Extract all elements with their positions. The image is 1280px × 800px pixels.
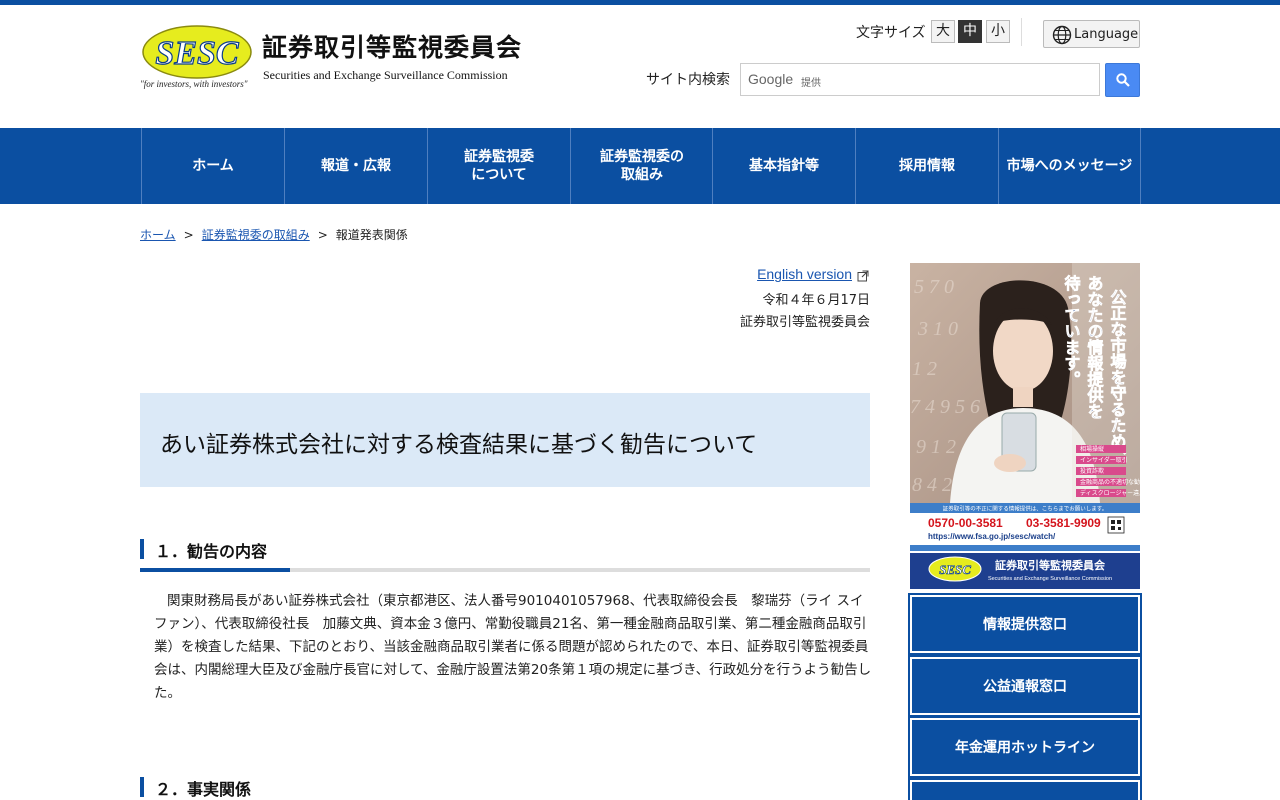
svg-text:公正な市場を守るため、: 公正な市場を守るため、 [1108, 289, 1127, 465]
pension-hotline-button[interactable]: 年金運用ホットライン [908, 716, 1142, 778]
banner-phone: 03-3581-9909 [1026, 516, 1101, 530]
banner-tag: 投資詐欺 [1080, 467, 1104, 475]
search-icon [1116, 73, 1130, 87]
section-heading-1: １．勧告の内容 [140, 538, 870, 572]
banner-tag: ディスクロージャー違反 [1080, 489, 1140, 497]
nav-item-activities[interactable]: 証券監視委の 取組み [570, 128, 713, 204]
header-divider [1021, 18, 1022, 46]
breadcrumb: ホーム > 証券監視委の取組み > 報道発表関係 [140, 226, 408, 243]
banner-phone-free: 0570-00-3581 [928, 516, 1003, 530]
sidebar-button-4[interactable] [908, 778, 1142, 800]
site-search-label: サイト内検索 [646, 72, 730, 88]
banner-tag: 相場操縦 [1080, 445, 1104, 453]
svg-text:9 1 2: 9 1 2 [916, 436, 956, 458]
google-label: Google [748, 71, 794, 87]
breadcrumb-separator: > [183, 228, 194, 242]
svg-text:7 4 9 5 6: 7 4 9 5 6 [910, 396, 980, 418]
site-logo[interactable]: SESC "for investors, with investors" 証券取… [140, 24, 540, 94]
banner-url: https://www.fsa.go.jp/sesc/watch/ [928, 532, 1056, 541]
section-marker [140, 777, 144, 797]
section-underline-accent [140, 568, 290, 572]
site-title-jp: 証券取引等監視委員会 [262, 33, 523, 62]
svg-text:待っています。: 待っています。 [1062, 274, 1081, 387]
logo-tagline: "for investors, with investors" [140, 79, 248, 89]
whistleblowing-button[interactable]: 公益通報窓口 [908, 655, 1142, 717]
svg-text:あなたの情報提供を: あなたの情報提供を [1085, 275, 1105, 419]
banner-notice: 証券取引等の不正に関する情報提供は、こちらまでお願いします。 [943, 505, 1107, 513]
english-version-link[interactable]: English version [757, 266, 852, 282]
breadcrumb-activities-link[interactable]: 証券監視委の取組み [202, 228, 310, 242]
font-size-small-button[interactable]: 小 [986, 20, 1010, 43]
nav-item-press[interactable]: 報道・広報 [284, 128, 427, 204]
section-marker [140, 539, 144, 559]
svg-text:5 7 0: 5 7 0 [914, 276, 954, 298]
sesc-logo-mark: SESC [142, 25, 252, 79]
banner-footer-logo: SESC [939, 562, 971, 577]
publish-date: 令和４年６月17日 [762, 293, 870, 308]
site-title-en: Securities and Exchange Surveillance Com… [263, 68, 508, 82]
banner-graphic: 5 7 0 3 1 0 1 2 7 4 9 5 6 9 1 2 8 4 2 公正… [910, 263, 1140, 589]
google-provided-label: 提供 [801, 78, 821, 89]
banner-footer-en: Securities and Exchange Surveillance Com… [988, 576, 1112, 582]
logo-text: SESC [155, 35, 238, 72]
banner-tag: インサイダー取引 [1080, 456, 1128, 464]
nav-item-policies[interactable]: 基本指針等 [712, 128, 855, 204]
page-title: あい証券株式会社に対する検査結果に基づく勧告について [160, 432, 758, 458]
font-size-label: 文字サイズ [856, 25, 926, 41]
page-title-box: あい証券株式会社に対する検査結果に基づく勧告について [140, 393, 870, 487]
nav-item-recruit[interactable]: 採用情報 [855, 128, 998, 204]
site-search-input[interactable]: Google 提供 [740, 63, 1100, 96]
language-label: Language [1074, 27, 1139, 42]
search-button[interactable] [1105, 63, 1140, 97]
font-size-large-button[interactable]: 大 [931, 20, 955, 43]
section-heading-text: １．勧告の内容 [155, 542, 268, 561]
language-button[interactable]: Language [1043, 20, 1140, 48]
whistleblower-banner[interactable]: 5 7 0 3 1 0 1 2 7 4 9 5 6 9 1 2 8 4 2 公正… [910, 263, 1140, 589]
section-heading-2: ２．事実関係 [140, 776, 870, 800]
svg-text:8 4 2: 8 4 2 [912, 474, 952, 496]
global-nav: ホーム 報道・広報 証券監視委 について 証券監視委の 取組み 基本指針等 採用… [0, 128, 1280, 204]
nav-item-market-message[interactable]: 市場へのメッセージ [998, 128, 1141, 204]
external-link-icon [857, 270, 869, 282]
svg-text:1 2: 1 2 [912, 358, 937, 380]
banner-footer-jp: 証券取引等監視委員会 [995, 558, 1106, 572]
nav-item-about[interactable]: 証券監視委 について [427, 128, 570, 204]
svg-text:3 1 0: 3 1 0 [917, 318, 958, 340]
font-size-medium-button[interactable]: 中 [958, 20, 982, 43]
nav-item-home[interactable]: ホーム [141, 128, 284, 204]
section-heading-text: ２．事実関係 [155, 780, 252, 799]
recommendation-body: 関東財務局長があい証券株式会社（東京都港区、法人番号9010401057968、… [154, 593, 872, 701]
info-submission-button[interactable]: 情報提供窓口 [908, 593, 1142, 655]
breadcrumb-separator: > [317, 228, 328, 242]
globe-icon [1052, 25, 1072, 45]
issuer-name: 証券取引等監視委員会 [739, 315, 870, 330]
top-accent-bar [0, 0, 1280, 5]
banner-tag: 金融商品の不適切な勧誘 [1080, 478, 1140, 486]
breadcrumb-current: 報道発表関係 [335, 228, 408, 242]
breadcrumb-home-link[interactable]: ホーム [140, 228, 176, 242]
